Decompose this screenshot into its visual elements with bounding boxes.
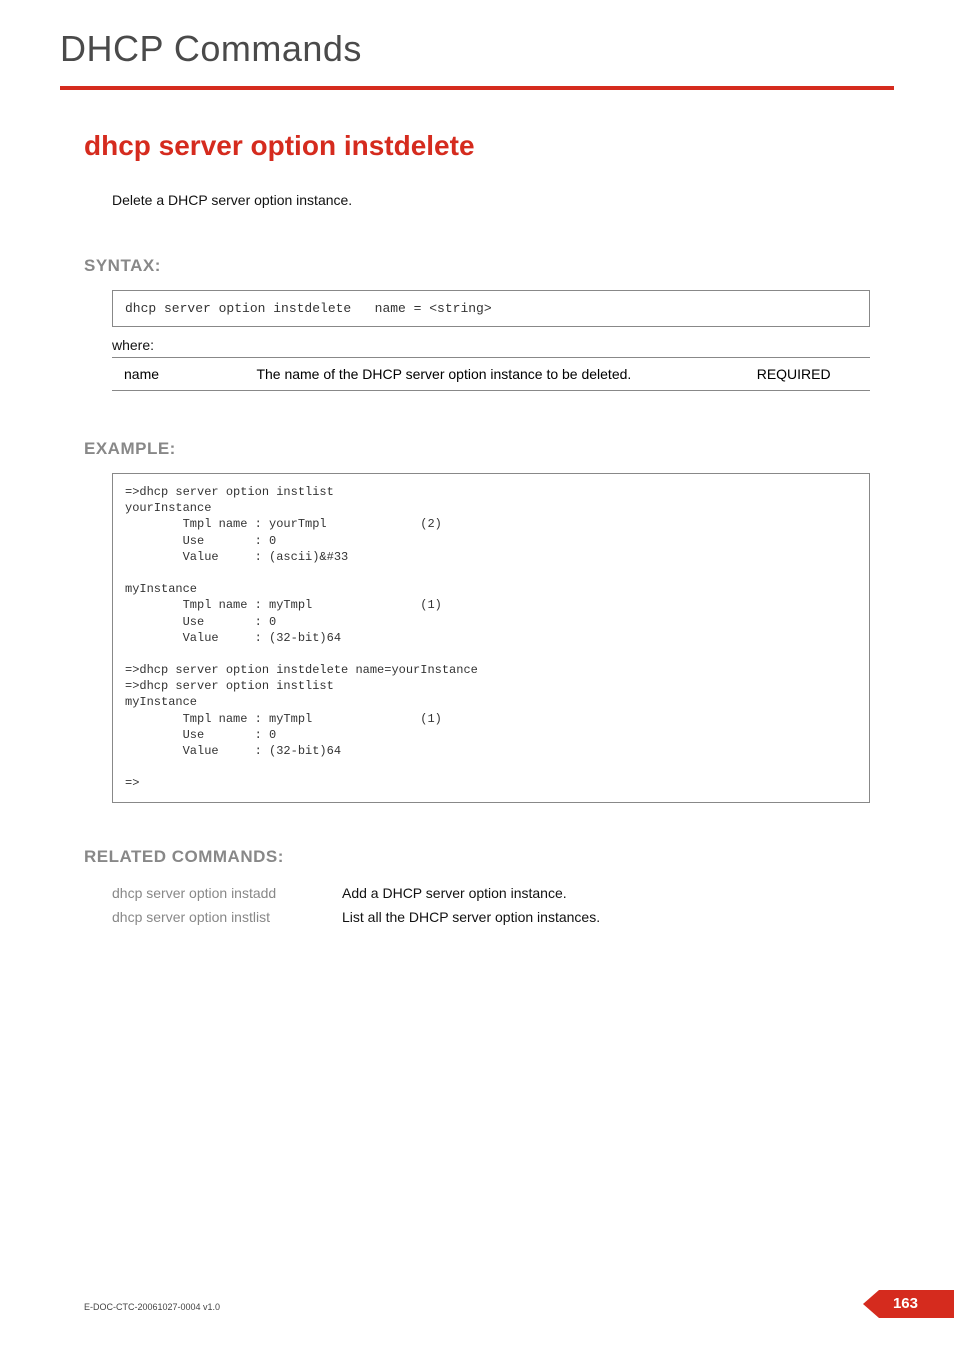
param-desc: The name of the DHCP server option insta… [248, 358, 748, 391]
table-row: name The name of the DHCP server option … [112, 358, 870, 391]
example-box: =>dhcp server option instlist yourInstan… [112, 473, 870, 803]
page-category: DHCP Commands [60, 28, 894, 70]
param-req: REQUIRED [749, 358, 870, 391]
tab-triangle [863, 1290, 879, 1318]
related-name: dhcp server option instlist [112, 905, 342, 929]
command-intro: Delete a DHCP server option instance. [112, 192, 870, 208]
params-table: name The name of the DHCP server option … [112, 357, 870, 391]
table-row: dhcp server option instadd Add a DHCP se… [112, 881, 608, 905]
related-desc: Add a DHCP server option instance. [342, 881, 608, 905]
page-header: DHCP Commands [0, 0, 954, 80]
syntax-heading: SYNTAX: [84, 256, 870, 276]
example-heading: EXAMPLE: [84, 439, 870, 459]
command-title: dhcp server option instdelete [84, 130, 870, 162]
syntax-box: dhcp server option instdelete name = <st… [112, 290, 870, 327]
page-content: dhcp server option instdelete Delete a D… [0, 90, 954, 929]
related-desc: List all the DHCP server option instance… [342, 905, 608, 929]
page-footer: E-DOC-CTC-20061027-0004 v1.0 163 [84, 1290, 894, 1318]
page-number: 163 [879, 1290, 954, 1318]
table-row: dhcp server option instlist List all the… [112, 905, 608, 929]
related-table: dhcp server option instadd Add a DHCP se… [112, 881, 608, 929]
page-number-tab: 163 [863, 1290, 954, 1318]
doc-id: E-DOC-CTC-20061027-0004 v1.0 [84, 1302, 220, 1312]
param-name: name [112, 358, 248, 391]
related-name: dhcp server option instadd [112, 881, 342, 905]
where-label: where: [112, 337, 870, 353]
related-heading: RELATED COMMANDS: [84, 847, 870, 867]
